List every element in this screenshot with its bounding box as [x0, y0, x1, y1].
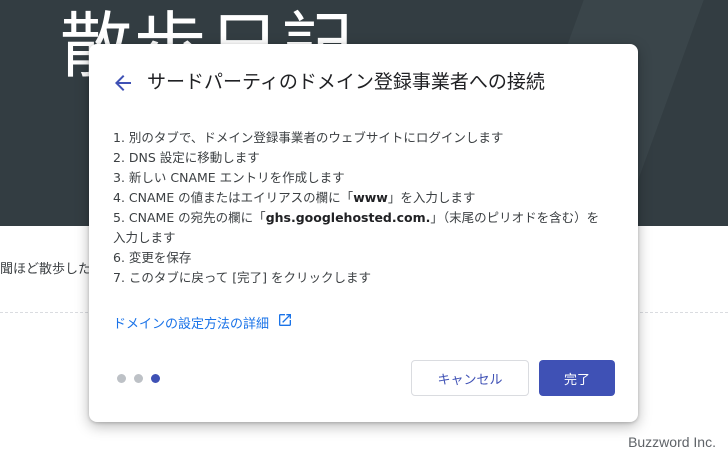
background-body-text: 聞ほど散歩した — [0, 262, 92, 277]
watermark: Buzzword Inc. — [628, 434, 716, 450]
step-dot-active — [151, 374, 160, 383]
step-indicator — [117, 374, 160, 383]
cancel-button[interactable]: キャンセル — [411, 360, 529, 396]
step-text: 5. CNAME の宛先の欄に「 — [113, 210, 266, 225]
arrow-back-icon[interactable] — [111, 71, 135, 95]
step-item: 6. 変更を保存 — [113, 250, 192, 265]
step-item: 4. CNAME の値またはエイリアスの欄に「www」を入力します — [113, 188, 603, 208]
cname-target-value: ghs.googlehosted.com. — [265, 210, 431, 225]
step-item: 1. 別のタブで、ドメイン登録事業者のウェブサイトにログインします — [113, 130, 504, 145]
step-text: 」を入力します — [387, 190, 476, 205]
done-button[interactable]: 完了 — [539, 360, 615, 396]
step-text: 4. CNAME の値またはエイリアスの欄に「 — [113, 190, 354, 205]
dialog-title: サードパーティのドメイン登録事業者への接続 — [147, 71, 545, 93]
cname-alias-value: www — [353, 190, 388, 205]
connect-domain-dialog: サードパーティのドメイン登録事業者への接続 1. 別のタブで、ドメイン登録事業者… — [89, 44, 638, 422]
instruction-list: 1. 別のタブで、ドメイン登録事業者のウェブサイトにログインします 2. DNS… — [113, 128, 603, 288]
step-item: 3. 新しい CNAME エントリを作成します — [113, 170, 345, 185]
step-dot — [117, 374, 126, 383]
step-dot — [134, 374, 143, 383]
domain-setup-help-link[interactable]: ドメインの設定方法の詳細 — [113, 312, 293, 332]
step-item: 5. CNAME の宛先の欄に「ghs.googlehosted.com.」（末… — [113, 208, 603, 248]
step-item: 7. このタブに戻って [完了] をクリックします — [113, 270, 371, 285]
help-link-label: ドメインの設定方法の詳細 — [113, 316, 270, 332]
open-in-new-icon — [277, 312, 293, 332]
step-item: 2. DNS 設定に移動します — [113, 150, 260, 165]
